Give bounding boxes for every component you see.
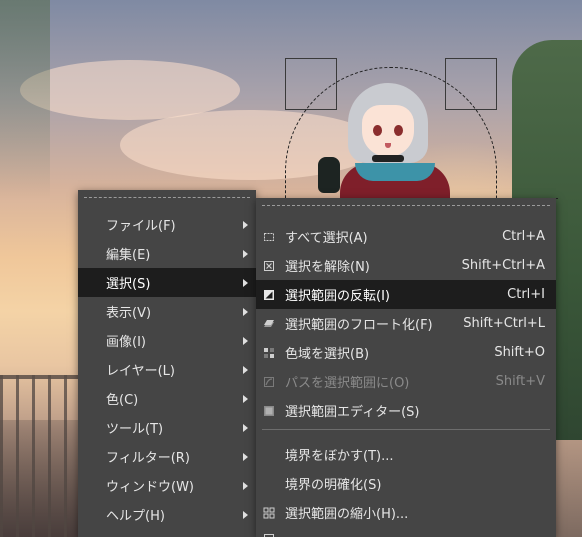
menu-item-select-all[interactable]: すべて選択(A) Ctrl+A [256, 222, 556, 251]
menu-item-help[interactable]: ヘルプ(H) [78, 500, 256, 529]
menu-item-label: 選択(S) [106, 277, 151, 292]
submenu-arrow-icon [243, 249, 248, 258]
submenu-arrow-icon [243, 510, 248, 519]
menu-item-label: パスを選択範囲に(O) [285, 376, 410, 391]
select-submenu: すべて選択(A) Ctrl+A 選択を解除(N) Shift+Ctrl+A 選択… [256, 198, 556, 537]
menu-item-sharpen[interactable]: 境界の明確化(S) [256, 469, 556, 498]
submenu-arrow-icon [243, 307, 248, 316]
menu-item-invert-selection[interactable]: 選択範囲の反転(I) Ctrl+I [256, 280, 556, 309]
menu-item-colors[interactable]: 色(C) [78, 384, 256, 413]
menu-item-layer[interactable]: レイヤー(L) [78, 355, 256, 384]
menu-item-label: 色域を選択(B) [285, 347, 370, 362]
menu-item-label: 境界の明確化(S) [285, 478, 382, 493]
menu-item-label: 選択範囲の縮小(H)... [285, 507, 409, 522]
menu-item-label: ツール(T) [106, 422, 164, 437]
menu-item-windows[interactable]: ウィンドウ(W) [78, 471, 256, 500]
submenu-arrow-icon [243, 452, 248, 461]
menu-item-label: 選択を解除(N) [285, 260, 370, 275]
menu-item-view[interactable]: 表示(V) [78, 297, 256, 326]
menu-item-shortcut: Shift+V [495, 374, 545, 389]
menu-item-label: ヘルプ(H) [106, 509, 165, 524]
menu-separator [262, 429, 550, 430]
invert-selection-icon [263, 289, 275, 301]
menu-item-label: ファイル(F) [106, 219, 176, 234]
background-foliage [0, 0, 50, 200]
menu-item-filters[interactable]: フィルター(R) [78, 442, 256, 471]
menu-item-label: すべて選択(A) [285, 231, 368, 246]
float-selection-icon [263, 318, 275, 330]
menu-item-label: フィルター(R) [106, 451, 190, 466]
menu-item-shrink-selection[interactable]: 選択範囲の縮小(H)... [256, 498, 556, 527]
character-glove [318, 157, 340, 193]
menu-item-label: 編集(E) [106, 248, 151, 263]
menu-item-feather[interactable]: 境界をぼかす(T)... [256, 440, 556, 469]
character-eye [373, 125, 382, 136]
menu-item-path-to-selection: パスを選択範囲に(O) Shift+V [256, 367, 556, 396]
main-menu: ファイル(F) 編集(E) 選択(S) 表示(V) 画像(I) レイヤー(L) … [78, 190, 256, 537]
grow-selection-icon [263, 533, 275, 537]
menu-item-label: ウィンドウ(W) [106, 480, 194, 495]
submenu-arrow-icon [243, 220, 248, 229]
menu-item-shortcut: Shift+O [494, 345, 545, 360]
menu-item-label: 画像(I) [106, 335, 146, 350]
menu-item-label: 選択範囲のフロート化(F) [285, 318, 433, 333]
menu-item-label: 色(C) [106, 393, 139, 408]
select-by-color-icon [263, 347, 275, 359]
character-mouth [385, 143, 391, 148]
menu-item-select[interactable]: 選択(S) [78, 268, 256, 297]
menu-item-tools[interactable]: ツール(T) [78, 413, 256, 442]
menu-item-shortcut: Ctrl+I [507, 287, 545, 302]
submenu-arrow-icon [243, 423, 248, 432]
menu-item-select-none[interactable]: 選択を解除(N) Shift+Ctrl+A [256, 251, 556, 280]
character-choker [372, 155, 404, 162]
menu-item-partial[interactable] [256, 527, 556, 537]
menu-item-shortcut: Shift+Ctrl+A [461, 258, 545, 273]
menu-item-float-selection[interactable]: 選択範囲のフロート化(F) Shift+Ctrl+L [256, 309, 556, 338]
submenu-arrow-icon [243, 336, 248, 345]
menu-item-selection-editor[interactable]: 選択範囲エディター(S) [256, 396, 556, 425]
menu-item-select-by-color[interactable]: 色域を選択(B) Shift+O [256, 338, 556, 367]
menu-item-label: 表示(V) [106, 306, 152, 321]
menu-item-edit[interactable]: 編集(E) [78, 239, 256, 268]
menu-item-label: 選択範囲エディター(S) [285, 405, 420, 420]
submenu-arrow-icon [243, 394, 248, 403]
menu-item-shortcut: Shift+Ctrl+L [463, 316, 545, 331]
submenu-arrow-icon [243, 278, 248, 287]
submenu-arrow-icon [243, 365, 248, 374]
menu-item-label: 境界をぼかす(T)... [285, 449, 394, 464]
character-collar [355, 163, 435, 181]
submenu-arrow-icon [243, 481, 248, 490]
select-all-icon [263, 231, 275, 243]
menu-tearoff[interactable] [84, 197, 250, 198]
menu-tearoff[interactable] [262, 205, 550, 206]
character-eye [394, 125, 403, 136]
menu-item-shortcut: Ctrl+A [502, 229, 545, 244]
select-none-icon [263, 260, 275, 272]
menu-item-label: 選択範囲の反転(I) [285, 289, 390, 304]
path-to-selection-icon [263, 376, 275, 388]
menu-item-image[interactable]: 画像(I) [78, 326, 256, 355]
shrink-selection-icon [263, 507, 275, 519]
selection-editor-icon [263, 405, 275, 417]
menu-item-file[interactable]: ファイル(F) [78, 210, 256, 239]
character-illustration [318, 75, 470, 213]
menu-item-label: レイヤー(L) [106, 364, 175, 379]
character-face [362, 105, 414, 157]
